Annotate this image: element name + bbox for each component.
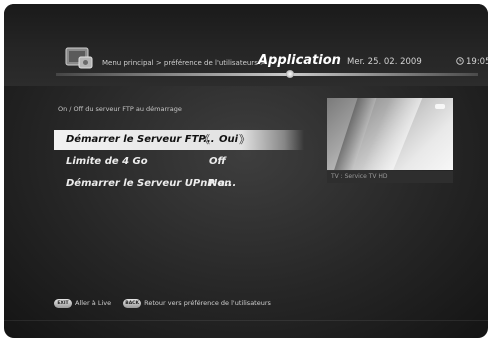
settings-app-icon [64,45,94,71]
menu-item-label: Limite de 4 Go [66,156,148,167]
clock-icon [456,57,464,68]
help-text: On / Off du serveur FTP au démarrage [58,105,182,113]
back-hint: Retour vers préférence de l'utilisateurs [144,299,271,307]
menu-item-value: Off [209,156,226,167]
footer-divider [4,320,488,321]
menu-item-value: Oui [219,134,239,145]
channel-logo-icon [435,104,445,109]
menu-item-ftp-server[interactable]: Démarrer le Serveur FTP... 《 Oui 》 [54,130,304,150]
time-text: 19:05 [466,57,488,67]
date-display: Mer. 25. 02. 2009 [347,57,422,67]
exit-key-icon[interactable]: EXIT [54,298,72,308]
live-tv-preview [327,98,453,170]
menu-item-4gb-limit[interactable]: Limite de 4 Go Off [54,152,304,172]
menu-item-value: Non [209,178,232,189]
channel-label: TV : Service TV HD [327,171,453,183]
arrow-left-icon[interactable]: 《 [199,130,210,150]
exit-hint: Aller à Live [75,299,112,307]
arrow-right-icon[interactable]: 》 [239,130,250,150]
back-key-icon[interactable]: BACK [123,298,142,308]
time-display: 19:05 [456,57,488,68]
menu-item-upnp-server[interactable]: Démarrer le Serveur UPnP a... Non [54,174,304,194]
header-divider [56,73,478,76]
tv-screen: Menu principal > préférence de l'utilisa… [4,4,488,338]
header-divider-marker [286,70,294,78]
page-title: Application [258,53,341,68]
breadcrumb: Menu principal > préférence de l'utilisa… [102,59,266,67]
footer-hints: EXIT Aller à Live BACK Retour vers préféren… [54,296,283,310]
menu-item-label: Démarrer le Serveur FTP... [66,134,215,145]
